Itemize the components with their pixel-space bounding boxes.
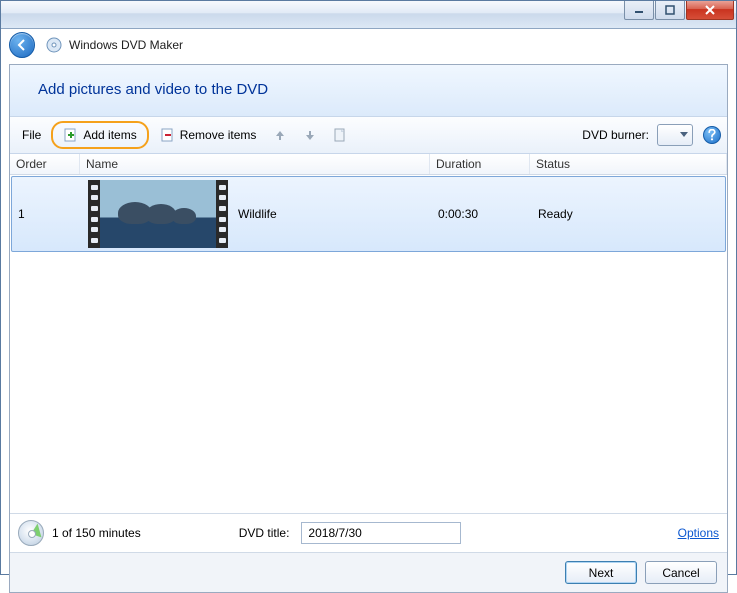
page-icon	[332, 127, 348, 143]
remove-items-icon	[160, 127, 176, 143]
move-down-button[interactable]	[297, 124, 323, 146]
add-items-label: Add items	[83, 128, 136, 142]
titlebar	[1, 1, 736, 29]
item-name: Wildlife	[238, 207, 277, 221]
dvd-title-label: DVD title:	[239, 526, 294, 540]
header-row: Windows DVD Maker	[1, 29, 736, 61]
arrow-down-icon	[302, 127, 318, 143]
remove-items-button[interactable]: Remove items	[153, 124, 264, 146]
column-name[interactable]: Name	[80, 154, 430, 174]
dvd-burner-select[interactable]	[657, 124, 693, 146]
remove-items-label: Remove items	[180, 128, 257, 142]
disc-usage-icon	[18, 520, 44, 546]
help-button[interactable]	[703, 126, 721, 144]
toolbar: File Add items Remove items	[10, 117, 727, 154]
cancel-button[interactable]: Cancel	[645, 561, 717, 584]
page-heading: Add pictures and video to the DVD	[10, 65, 727, 117]
options-link[interactable]: Options	[678, 526, 719, 540]
cell-status: Ready	[532, 205, 725, 223]
minimize-button[interactable]	[624, 1, 654, 20]
next-button[interactable]: Next	[565, 561, 637, 584]
list-row[interactable]: 1 Wildlife 0:00:30	[11, 176, 726, 252]
maximize-icon	[665, 5, 675, 15]
content-panel: Add pictures and video to the DVD File A…	[9, 64, 728, 593]
footer: Next Cancel	[10, 552, 727, 592]
file-menu[interactable]: File	[16, 126, 47, 144]
video-thumbnail	[88, 180, 228, 248]
move-up-button[interactable]	[267, 124, 293, 146]
close-button[interactable]	[686, 1, 734, 20]
dvd-maker-icon	[46, 37, 62, 53]
app-icon	[45, 36, 63, 54]
app-title: Windows DVD Maker	[69, 38, 183, 52]
help-icon	[707, 129, 717, 141]
dvd-title-input[interactable]	[301, 522, 461, 544]
properties-button[interactable]	[327, 124, 353, 146]
dvd-burner-label: DVD burner:	[582, 128, 649, 142]
thumbnail-image	[100, 180, 216, 248]
chevron-down-icon	[680, 132, 688, 138]
cell-name: Wildlife	[82, 178, 432, 250]
add-items-button[interactable]: Add items	[56, 124, 143, 146]
filmstrip-left-icon	[88, 180, 100, 248]
minimize-icon	[634, 5, 644, 15]
titlebar-drag-area[interactable]	[1, 1, 623, 28]
back-button[interactable]	[9, 32, 35, 58]
list-header: Order Name Duration Status	[10, 154, 727, 175]
cell-order: 1	[12, 205, 82, 223]
window-controls	[623, 1, 736, 28]
cell-duration: 0:00:30	[432, 205, 532, 223]
add-items-icon	[63, 127, 79, 143]
status-bar: 1 of 150 minutes DVD title: Options	[10, 513, 727, 552]
column-duration[interactable]: Duration	[430, 154, 530, 174]
column-order[interactable]: Order	[10, 154, 80, 174]
column-status[interactable]: Status	[530, 154, 727, 174]
add-items-highlight: Add items	[51, 121, 148, 149]
close-icon	[704, 5, 716, 15]
minutes-status: 1 of 150 minutes	[52, 526, 141, 540]
arrow-up-icon	[272, 127, 288, 143]
item-list: Order Name Duration Status 1	[10, 154, 727, 513]
back-arrow-icon	[15, 38, 29, 52]
maximize-button[interactable]	[655, 1, 685, 20]
filmstrip-right-icon	[216, 180, 228, 248]
